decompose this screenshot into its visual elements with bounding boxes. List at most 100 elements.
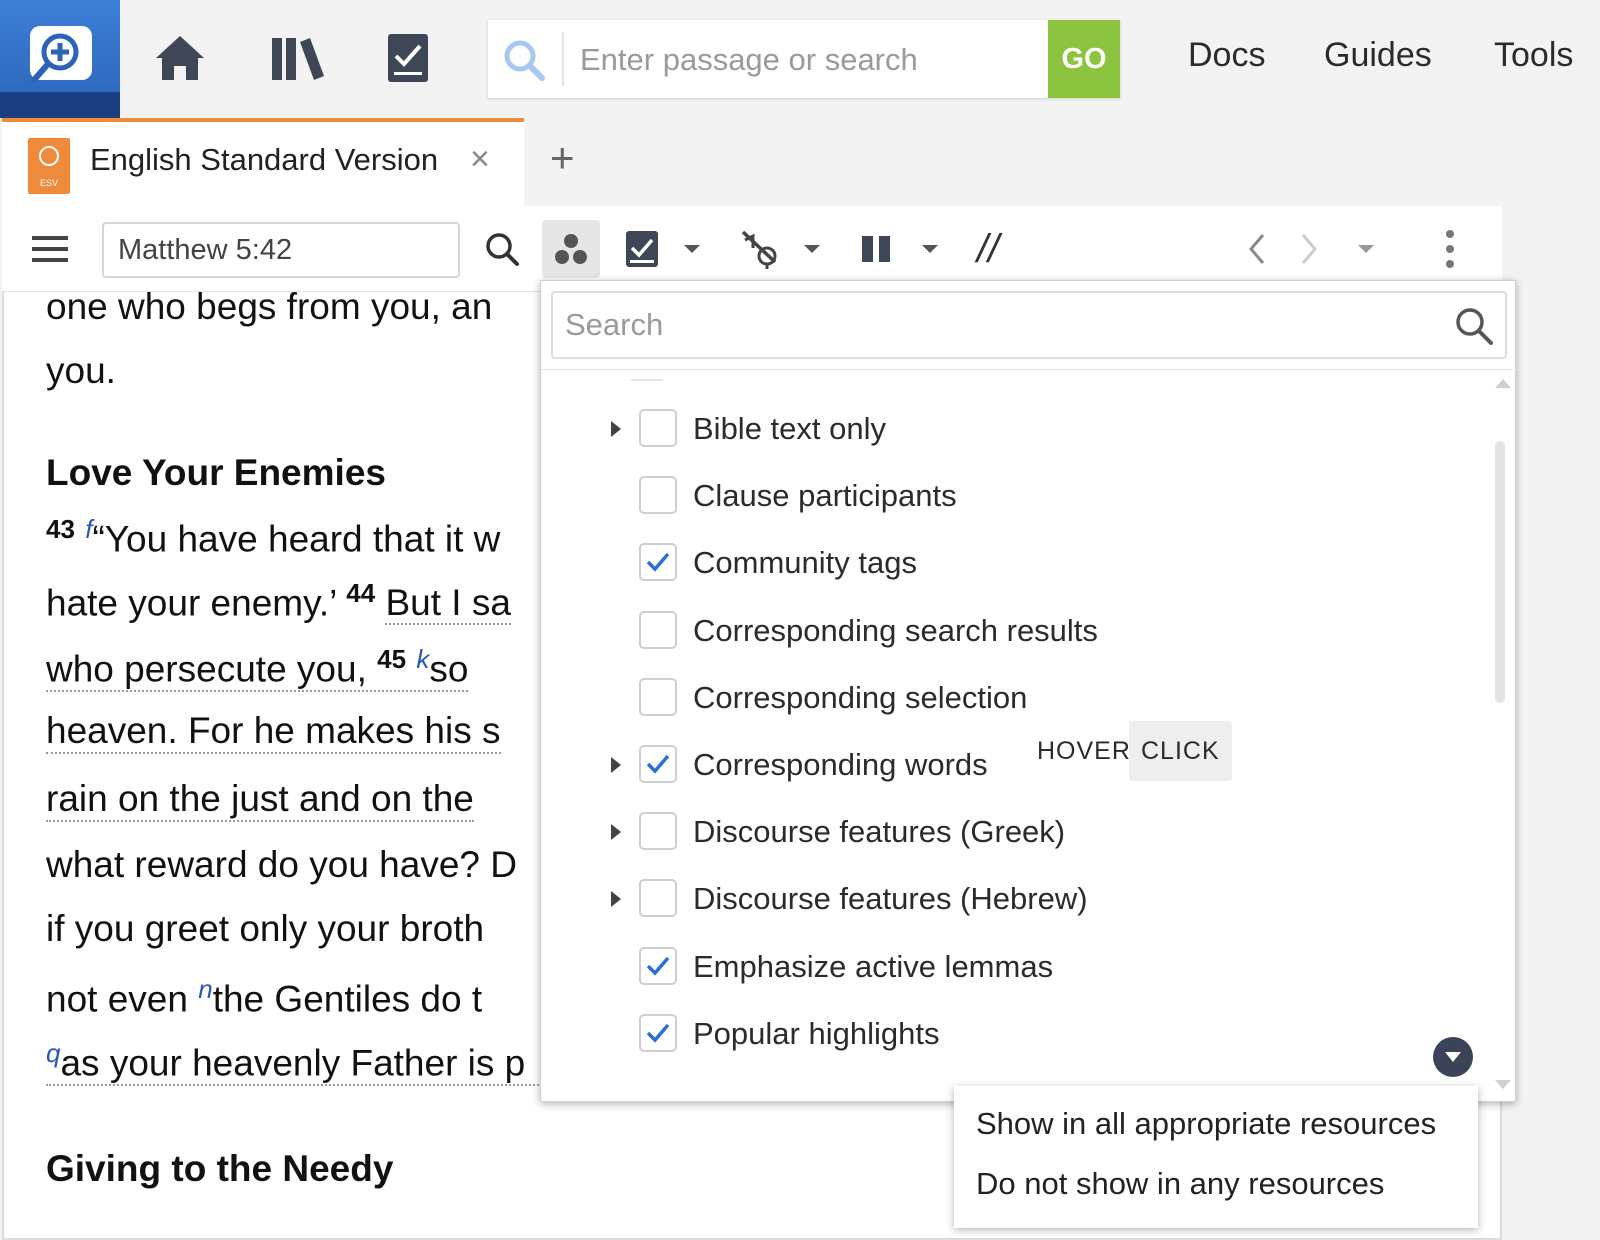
section-heading: Love Your Enemies <box>46 452 386 493</box>
home-icon[interactable] <box>152 30 208 86</box>
filter-row[interactable]: Discourse features (Greek) <box>541 802 1461 862</box>
search-separator <box>541 369 1517 370</box>
add-tab-icon[interactable]: + <box>550 134 575 182</box>
filter-label: Popular highlights <box>693 1016 940 1051</box>
cross-reference-marker[interactable]: n <box>198 974 212 1004</box>
filter-row[interactable]: Community tags <box>541 533 1461 593</box>
esv-badge: ESV <box>39 178 58 188</box>
docs-link[interactable]: Docs <box>1188 36 1265 75</box>
verse-text: not even <box>46 978 188 1020</box>
logos-logo-button[interactable] <box>0 0 120 118</box>
expand-arrow-icon[interactable] <box>611 891 621 907</box>
scroll-up-arrow[interactable] <box>1495 379 1511 388</box>
filter-checkbox[interactable] <box>639 476 677 514</box>
history-dropdown-caret[interactable] <box>1356 220 1376 278</box>
text-line: hate your enemy.’ 44 But I sa <box>46 578 511 626</box>
back-icon[interactable] <box>1242 220 1272 278</box>
scroll-down-arrow[interactable] <box>1495 1080 1511 1089</box>
visual-filters-icon[interactable] <box>542 220 600 278</box>
text-line: you. <box>46 350 116 391</box>
do-not-show-item[interactable]: Do not show in any resources <box>976 1166 1384 1202</box>
filter-checkbox[interactable] <box>639 947 677 985</box>
logo-strip <box>0 92 120 118</box>
filter-search-input[interactable] <box>565 307 1425 343</box>
filter-row[interactable]: Clause participants <box>541 466 1461 526</box>
filter-checkbox[interactable] <box>639 409 677 447</box>
verse-number[interactable]: 45 <box>377 644 406 674</box>
guides-link[interactable]: Guides <box>1324 36 1432 75</box>
scroll-thumb[interactable] <box>1495 441 1505 703</box>
filter-checkbox[interactable] <box>639 812 677 850</box>
filter-label: Emphasize active lemmas <box>693 949 1054 984</box>
verse-number[interactable]: 43 <box>46 514 75 544</box>
columns-dropdown-caret[interactable] <box>920 220 940 278</box>
filter-row[interactable]: Discourse features (Hebrew) <box>541 869 1461 929</box>
search-icon <box>504 40 545 81</box>
text-line: what reward do you have? D <box>46 844 517 885</box>
verse-text: the Gentiles do t <box>212 978 483 1020</box>
expand-arrow-icon[interactable] <box>611 757 621 773</box>
filter-checkbox[interactable] <box>639 543 677 581</box>
filter-row[interactable]: Popular highlights <box>541 1004 1461 1064</box>
filter-row[interactable]: Emphasize active lemmas <box>541 937 1461 997</box>
text-line: one who begs from you, an <box>46 286 493 327</box>
chevron-down-icon[interactable] <box>1433 1037 1473 1077</box>
filter-context-menu: Show in all appropriate resources Do not… <box>954 1086 1478 1228</box>
cross-reference-marker[interactable]: q <box>46 1038 60 1068</box>
highlight-dropdown-caret[interactable] <box>682 220 702 278</box>
passage-search-input[interactable] <box>580 42 1020 78</box>
resource-tab[interactable]: ESV English Standard Version × <box>2 118 524 206</box>
filter-checkbox[interactable] <box>639 879 677 917</box>
expand-arrow-icon[interactable] <box>611 421 621 437</box>
verse-text: hate your enemy.’ <box>46 582 336 624</box>
verse-number[interactable]: 44 <box>346 578 375 608</box>
filter-scrollbar[interactable] <box>1491 379 1511 1089</box>
filter-label: Community tags <box>693 545 917 580</box>
verse-text: who persecute you, <box>46 648 367 690</box>
checkmark-icon <box>646 754 670 774</box>
hover-mode-button[interactable]: HOVER <box>1025 721 1143 781</box>
parallel-icon[interactable]: // <box>968 220 1008 278</box>
highlight-icon[interactable] <box>622 220 662 278</box>
filter-checkbox[interactable] <box>639 678 677 716</box>
top-navigation-bar: GO Docs Guides Tools <box>0 0 1600 118</box>
interlinear-dropdown-caret[interactable] <box>802 220 822 278</box>
interlinear-icon[interactable] <box>738 220 782 278</box>
forward-icon[interactable] <box>1294 220 1324 278</box>
more-icon[interactable] <box>1438 220 1462 278</box>
close-tab-icon[interactable]: × <box>470 140 490 179</box>
filter-row[interactable]: Bible text only <box>541 399 1461 459</box>
filter-checkbox[interactable] <box>639 611 677 649</box>
verse-text: so <box>429 648 469 690</box>
go-button[interactable]: GO <box>1048 20 1120 98</box>
filter-row[interactable]: Corresponding words HOVER CLICK <box>541 721 1461 795</box>
filter-checkbox[interactable] <box>639 1014 677 1052</box>
menu-icon[interactable] <box>30 220 70 278</box>
checkmark-icon <box>646 956 670 976</box>
show-in-all-resources-item[interactable]: Show in all appropriate resources <box>976 1106 1436 1142</box>
verse-text: as your heavenly Father is p <box>60 1042 526 1084</box>
filter-row[interactable]: Corresponding search results <box>541 601 1461 661</box>
verse-text: “You have heard that it w <box>92 518 501 560</box>
filter-label: Discourse features (Greek) <box>693 814 1066 849</box>
search-icon[interactable] <box>1453 305 1495 347</box>
reference-input[interactable] <box>102 222 460 278</box>
filter-label: Discourse features (Hebrew) <box>693 881 1088 916</box>
cross-reference-marker[interactable]: k <box>416 644 429 674</box>
text-line: heaven. For he makes his s <box>46 710 501 754</box>
click-mode-button[interactable]: CLICK <box>1129 721 1232 781</box>
filter-label: Clause participants <box>693 478 957 513</box>
tab-title: English Standard Version <box>90 142 439 177</box>
section-heading: Giving to the Needy <box>46 1148 394 1189</box>
columns-icon[interactable] <box>858 220 894 278</box>
filter-search-box <box>551 291 1507 359</box>
library-icon[interactable] <box>270 30 326 86</box>
filter-label: Corresponding search results <box>693 613 1098 648</box>
filter-row[interactable]: Corresponding selection <box>541 668 1461 728</box>
search-icon[interactable] <box>480 220 524 278</box>
expand-arrow-icon[interactable] <box>611 824 621 840</box>
tools-link[interactable]: Tools <box>1494 36 1573 75</box>
checklist-icon[interactable] <box>380 30 436 86</box>
filter-checkbox[interactable] <box>639 745 677 783</box>
esv-book-icon: ESV <box>28 138 70 194</box>
